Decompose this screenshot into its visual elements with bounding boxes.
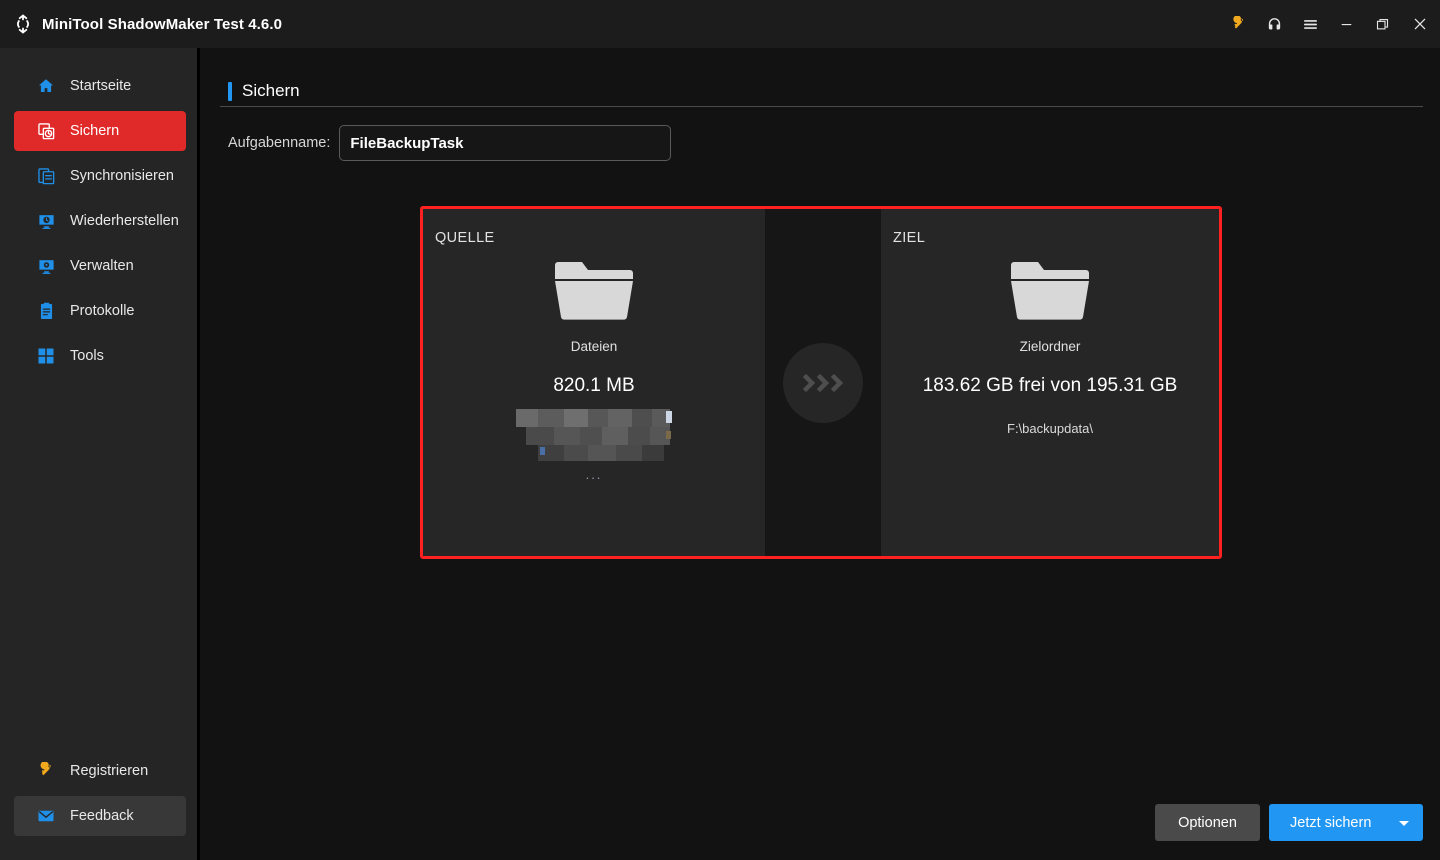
- source-panel-title: QUELLE: [435, 230, 495, 246]
- task-name-label: Aufgabenname:: [228, 135, 331, 151]
- close-icon[interactable]: [1400, 0, 1440, 48]
- mail-icon: [34, 807, 58, 825]
- destination-panel[interactable]: ZIEL Zielordner 183.62 GB frei von 195.3…: [881, 209, 1219, 556]
- sidebar-item-label: Feedback: [70, 808, 134, 824]
- sidebar-bottom-nav: Registrieren Feedback: [0, 751, 200, 841]
- sidebar-item-label: Sichern: [70, 123, 120, 139]
- logs-icon: [34, 302, 58, 321]
- page-header: Sichern: [228, 81, 300, 101]
- chevron-down-icon[interactable]: [1399, 820, 1409, 826]
- panel-connector: [765, 209, 881, 556]
- source-path-redacted: ...: [516, 409, 672, 482]
- sidebar-item-register[interactable]: Registrieren: [14, 751, 186, 791]
- sidebar-item-restore[interactable]: Wiederherstellen: [14, 201, 186, 241]
- source-path-ellipsis: ...: [585, 467, 603, 482]
- minitool-refresh-logo-icon: [10, 11, 36, 37]
- title-bar: MiniTool ShadowMaker Test 4.6.0: [0, 0, 1440, 48]
- sidebar-item-manage[interactable]: Verwalten: [14, 246, 186, 286]
- hamburger-menu-icon[interactable]: [1292, 0, 1328, 48]
- page-header-divider: [220, 106, 1423, 107]
- source-kind-label: Dateien: [570, 339, 618, 354]
- sidebar: Startseite Sichern Synchronisieren Wiede…: [0, 48, 200, 860]
- backup-now-label: Jetzt sichern: [1290, 814, 1372, 831]
- backup-icon: [34, 122, 58, 141]
- backup-panels-highlight: QUELLE Dateien 820.1 MB ... ZIEL Zielord…: [420, 206, 1222, 559]
- sync-icon: [34, 167, 58, 186]
- headset-icon[interactable]: [1256, 0, 1292, 48]
- restore-icon[interactable]: [1364, 0, 1400, 48]
- restore-icon: [34, 212, 58, 231]
- minimize-icon[interactable]: [1328, 0, 1364, 48]
- tools-icon: [34, 347, 58, 365]
- sidebar-item-feedback[interactable]: Feedback: [14, 796, 186, 836]
- key-icon: [34, 762, 58, 780]
- sidebar-item-home[interactable]: Startseite: [14, 66, 186, 106]
- destination-capacity-label: 183.62 GB frei von 195.31 GB: [922, 375, 1178, 396]
- triple-chevron-right-icon: [783, 342, 863, 423]
- source-panel[interactable]: QUELLE Dateien 820.1 MB ...: [423, 209, 765, 556]
- sidebar-item-label: Startseite: [70, 78, 132, 94]
- key-icon[interactable]: [1220, 0, 1256, 48]
- window-controls: [1220, 0, 1440, 48]
- sidebar-item-sync[interactable]: Synchronisieren: [14, 156, 186, 196]
- sidebar-item-label: Protokolle: [70, 303, 135, 319]
- source-size-label: 820.1 MB: [553, 375, 635, 396]
- folder-icon: [1009, 257, 1091, 328]
- sidebar-item-label: Tools: [70, 348, 104, 364]
- destination-kind-label: Zielordner: [1019, 339, 1081, 354]
- sidebar-item-label: Registrieren: [70, 763, 149, 779]
- manage-icon: [34, 257, 58, 276]
- task-name-input[interactable]: [339, 125, 672, 161]
- main-content: Sichern Aufgabenname: QUELLE Dateien 820…: [203, 48, 1440, 860]
- destination-path-label: F:\backupdata\: [1007, 421, 1093, 436]
- backup-now-button[interactable]: Jetzt sichern: [1269, 804, 1423, 841]
- sidebar-item-label: Synchronisieren: [70, 168, 174, 184]
- options-button[interactable]: Optionen: [1155, 804, 1260, 841]
- page-title: Sichern: [242, 81, 300, 100]
- sidebar-item-backup[interactable]: Sichern: [14, 111, 186, 151]
- page-title-accent-bar: [228, 81, 232, 101]
- sidebar-item-label: Wiederherstellen: [70, 213, 179, 229]
- home-icon: [34, 77, 58, 95]
- sidebar-item-tools[interactable]: Tools: [14, 336, 186, 376]
- destination-panel-title: ZIEL: [893, 230, 926, 246]
- footer-actions: Optionen Jetzt sichern: [1155, 804, 1423, 841]
- app-title: MiniTool ShadowMaker Test 4.6.0: [42, 15, 283, 33]
- folder-icon: [553, 257, 635, 328]
- sidebar-nav: Startseite Sichern Synchronisieren Wiede…: [0, 66, 200, 381]
- sidebar-item-label: Verwalten: [70, 258, 134, 274]
- sidebar-item-logs[interactable]: Protokolle: [14, 291, 186, 331]
- task-name-row: Aufgabenname:: [228, 125, 672, 161]
